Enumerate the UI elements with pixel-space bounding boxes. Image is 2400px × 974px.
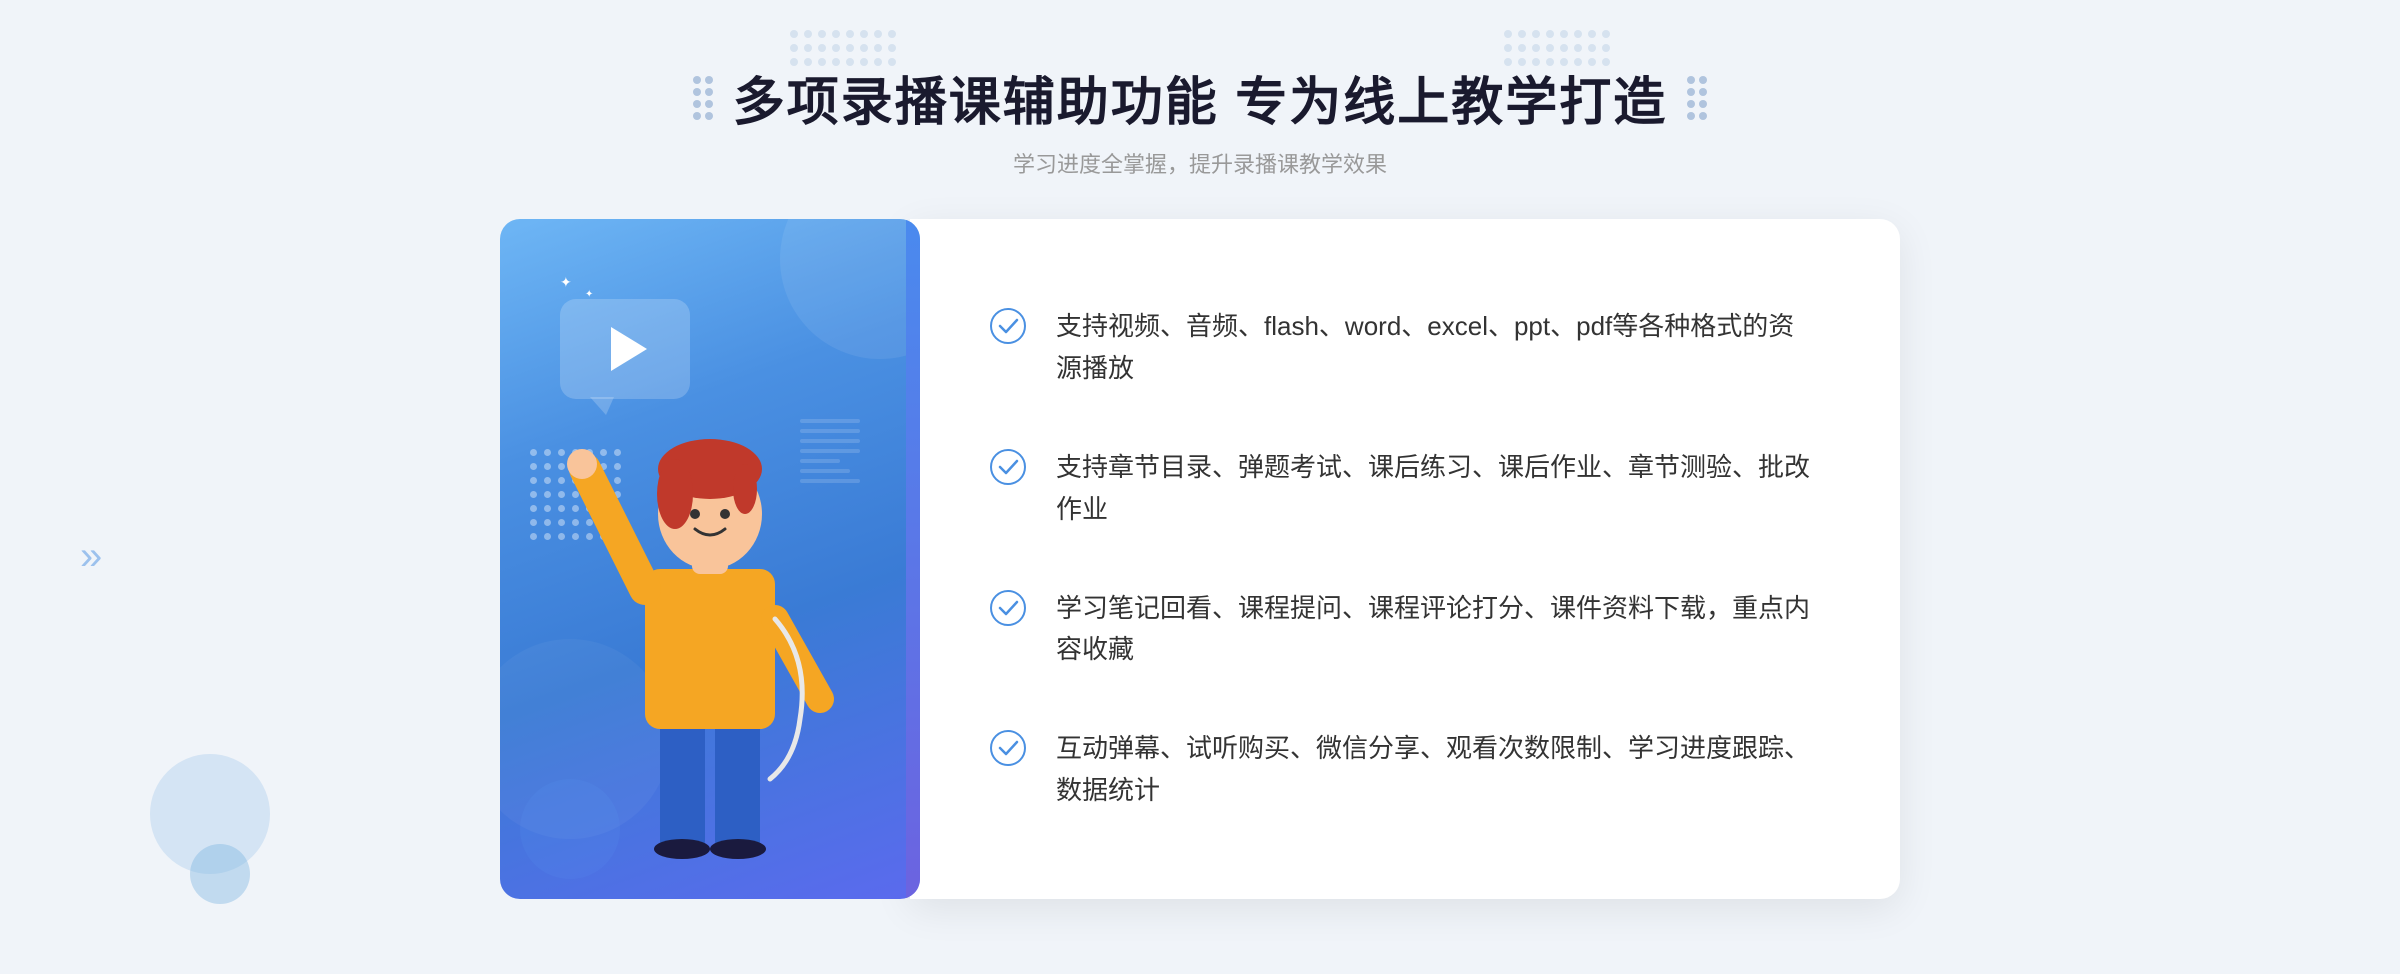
feature-text-2: 支持章节目录、弹题考试、课后练习、课后作业、章节测验、批改作业 — [1056, 447, 1820, 530]
feature-text-4: 互动弹幕、试听购买、微信分享、观看次数限制、学习进度跟踪、数据统计 — [1056, 728, 1820, 811]
header-decoration: 多项录播课辅助功能 专为线上教学打造 — [693, 60, 1707, 135]
illustration-card: ✦ ✦ — [500, 219, 920, 899]
blue-circle-deco-small — [190, 844, 250, 904]
page-left-deco: » — [80, 536, 102, 576]
header-dots-right — [1687, 76, 1707, 120]
sparkle-2: ✦ — [585, 289, 593, 300]
header-section: 多项录播课辅助功能 专为线上教学打造 学习进度全掌握，提升录播课教学效果 — [693, 60, 1707, 179]
feature-item-4: 互动弹幕、试听购买、微信分享、观看次数限制、学习进度跟踪、数据统计 — [990, 708, 1820, 831]
chevron-right-icon: » — [80, 536, 102, 576]
feature-item-2: 支持章节目录、弹题考试、课后练习、课后作业、章节测验、批改作业 — [990, 427, 1820, 550]
header-dots-left — [693, 76, 713, 120]
content-area: ✦ ✦ — [500, 219, 1900, 899]
features-panel: 支持视频、音频、flash、word、excel、ppt、pdf等各种格式的资源… — [910, 219, 1900, 899]
subtitle: 学习进度全掌握，提升录播课教学效果 — [693, 147, 1707, 179]
page-wrapper: 多项录播课辅助功能 专为线上教学打造 学习进度全掌握，提升录播课教学效果 ✦ ✦ — [0, 0, 2400, 974]
feature-item-3: 学习笔记回看、课程提问、课程评论打分、课件资料下载，重点内容收藏 — [990, 568, 1820, 691]
main-title: 多项录播课辅助功能 专为线上教学打造 — [733, 60, 1667, 135]
check-icon-1 — [990, 308, 1026, 344]
feature-item-1: 支持视频、音频、flash、word、excel、ppt、pdf等各种格式的资源… — [990, 286, 1820, 409]
sparkle-1: ✦ — [560, 274, 572, 291]
feature-text-1: 支持视频、音频、flash、word、excel、ppt、pdf等各种格式的资源… — [1056, 306, 1820, 389]
check-icon-4 — [990, 730, 1026, 766]
person-figure — [530, 359, 870, 899]
feature-text-3: 学习笔记回看、课程提问、课程评论打分、课件资料下载，重点内容收藏 — [1056, 588, 1820, 671]
check-icon-2 — [990, 449, 1026, 485]
illus-right-stripe — [906, 219, 920, 899]
check-icon-3 — [990, 590, 1026, 626]
